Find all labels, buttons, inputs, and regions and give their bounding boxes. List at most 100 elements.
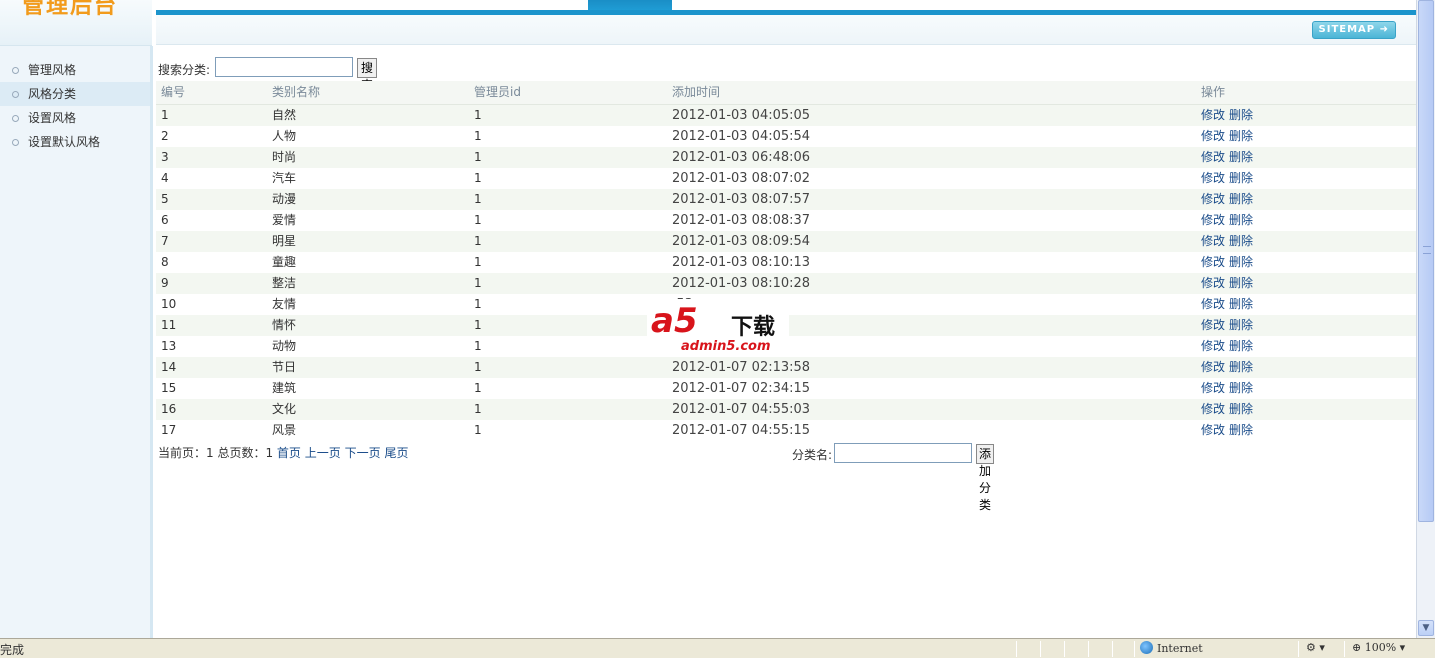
search-label: 搜索分类:: [158, 63, 211, 77]
pagination-info: 当前页：1 总页数：1: [158, 446, 277, 460]
table-row: 4 汽车 1 2012-01-03 08:07:02 修改 删除: [156, 168, 1416, 189]
delete-link[interactable]: 删除: [1229, 276, 1253, 290]
search-button[interactable]: 搜索: [357, 58, 378, 92]
cell-admin-id: 1: [474, 171, 482, 185]
cell-id: 16: [161, 402, 177, 416]
edit-link[interactable]: 修改: [1201, 318, 1225, 332]
edit-link[interactable]: 修改: [1201, 381, 1225, 395]
edit-link[interactable]: 修改: [1201, 402, 1225, 416]
cell-actions: 修改 删除: [1201, 252, 1257, 273]
delete-link[interactable]: 删除: [1229, 318, 1253, 332]
delete-link[interactable]: 删除: [1229, 381, 1253, 395]
cell-id: 5: [161, 192, 169, 206]
category-name-input[interactable]: [834, 443, 972, 463]
table-row: 5 动漫 1 2012-01-03 08:07:57 修改 删除: [156, 189, 1416, 210]
delete-link[interactable]: 删除: [1229, 255, 1253, 269]
edit-link[interactable]: 修改: [1201, 255, 1225, 269]
cell-added-time: 2012-01-03 08:10:28: [672, 276, 811, 291]
cell-id: 2: [161, 129, 169, 143]
status-divider: [1134, 641, 1135, 657]
edit-link[interactable]: 修改: [1201, 213, 1225, 227]
protected-mode-icon[interactable]: ⚙ ▾: [1306, 641, 1325, 654]
delete-link[interactable]: 删除: [1229, 360, 1253, 374]
cell-category-name: 整洁: [272, 276, 297, 290]
prev-page-link[interactable]: 上一页: [305, 446, 341, 460]
edit-link[interactable]: 修改: [1201, 192, 1225, 206]
sidebar-item[interactable]: 设置风格: [0, 106, 150, 130]
edit-link[interactable]: 修改: [1201, 129, 1225, 143]
watermark-logo: a5 下载 admin5.com: [647, 299, 789, 357]
top-nav-tab-active[interactable]: [588, 0, 672, 10]
cell-id: 13: [161, 339, 177, 353]
header-subbar: SITEMAP ➜: [156, 15, 1416, 45]
add-category-button[interactable]: 添加分类: [976, 444, 995, 512]
cell-category-name: 自然: [272, 108, 297, 122]
vertical-scrollbar[interactable]: ▼: [1416, 0, 1435, 638]
cell-actions: 修改 删除: [1201, 273, 1257, 294]
table-row: 3 时尚 1 2012-01-03 06:48:06 修改 删除: [156, 147, 1416, 168]
delete-link[interactable]: 删除: [1229, 339, 1253, 353]
watermark-url: admin5.com: [681, 339, 771, 354]
edit-link[interactable]: 修改: [1201, 150, 1225, 164]
sidebar-item-label: 管理风格: [28, 63, 77, 77]
delete-link[interactable]: 删除: [1229, 129, 1253, 143]
delete-link[interactable]: 删除: [1229, 297, 1253, 311]
edit-link[interactable]: 修改: [1201, 171, 1225, 185]
sidebar-item[interactable]: 设置默认风格: [0, 130, 150, 154]
next-page-link[interactable]: 下一页: [345, 446, 381, 460]
cell-category-name: 明星: [272, 234, 297, 248]
cell-actions: 修改 删除: [1201, 231, 1257, 252]
table-row: 1 自然 1 2012-01-03 04:05:05 修改 删除: [156, 105, 1416, 126]
delete-link[interactable]: 删除: [1229, 192, 1253, 206]
cell-added-time: 2012-01-03 08:08:37: [672, 213, 811, 228]
delete-link[interactable]: 删除: [1229, 150, 1253, 164]
delete-link[interactable]: 删除: [1229, 423, 1253, 437]
last-page-link[interactable]: 尾页: [384, 446, 408, 460]
cell-admin-id: 1: [474, 150, 482, 164]
edit-link[interactable]: 修改: [1201, 360, 1225, 374]
edit-link[interactable]: 修改: [1201, 339, 1225, 353]
sidebar-item-label: 风格分类: [28, 87, 77, 101]
edit-link[interactable]: 修改: [1201, 234, 1225, 248]
search-input[interactable]: [215, 57, 353, 77]
sidebar-item-label: 设置默认风格: [28, 135, 101, 149]
sidebar-item[interactable]: 管理风格: [0, 58, 150, 82]
status-divider: [1016, 641, 1017, 657]
globe-icon: [1140, 641, 1153, 654]
delete-link[interactable]: 删除: [1229, 108, 1253, 122]
cell-admin-id: 1: [474, 423, 482, 437]
cell-category-name: 动物: [272, 339, 297, 353]
cell-admin-id: 1: [474, 381, 482, 395]
edit-link[interactable]: 修改: [1201, 297, 1225, 311]
cell-category-name: 动漫: [272, 192, 297, 206]
security-zone: Internet: [1140, 641, 1203, 655]
first-page-link[interactable]: 首页: [277, 446, 301, 460]
delete-link[interactable]: 删除: [1229, 402, 1253, 416]
zoom-control[interactable]: ⊕ 100% ▾: [1352, 641, 1405, 654]
chevron-down-icon[interactable]: ▼: [1418, 620, 1434, 636]
edit-link[interactable]: 修改: [1201, 423, 1225, 437]
cell-admin-id: 1: [474, 234, 482, 248]
cell-admin-id: 1: [474, 297, 482, 311]
cell-id: 10: [161, 297, 177, 311]
cell-category-name: 时尚: [272, 150, 297, 164]
sidebar-item[interactable]: 风格分类: [0, 82, 150, 106]
cell-actions: 修改 删除: [1201, 147, 1257, 168]
table-row: 16 文化 1 2012-01-07 04:55:03 修改 删除: [156, 399, 1416, 420]
delete-link[interactable]: 删除: [1229, 171, 1253, 185]
scrollbar-thumb[interactable]: [1418, 0, 1434, 522]
edit-link[interactable]: 修改: [1201, 276, 1225, 290]
edit-link[interactable]: 修改: [1201, 108, 1225, 122]
cell-actions: 修改 删除: [1201, 315, 1257, 336]
cell-added-time: 2012-01-07 02:13:58: [672, 360, 811, 375]
cell-actions: 修改 删除: [1201, 105, 1257, 126]
cell-id: 3: [161, 150, 169, 164]
sitemap-button[interactable]: SITEMAP ➜: [1311, 21, 1396, 39]
circle-bullet-icon: [12, 91, 19, 98]
cell-id: 8: [161, 255, 169, 269]
delete-link[interactable]: 删除: [1229, 234, 1253, 248]
cell-id: 9: [161, 276, 169, 290]
cell-admin-id: 1: [474, 276, 482, 290]
cell-added-time: 2012-01-03 08:07:02: [672, 171, 811, 186]
delete-link[interactable]: 删除: [1229, 213, 1253, 227]
